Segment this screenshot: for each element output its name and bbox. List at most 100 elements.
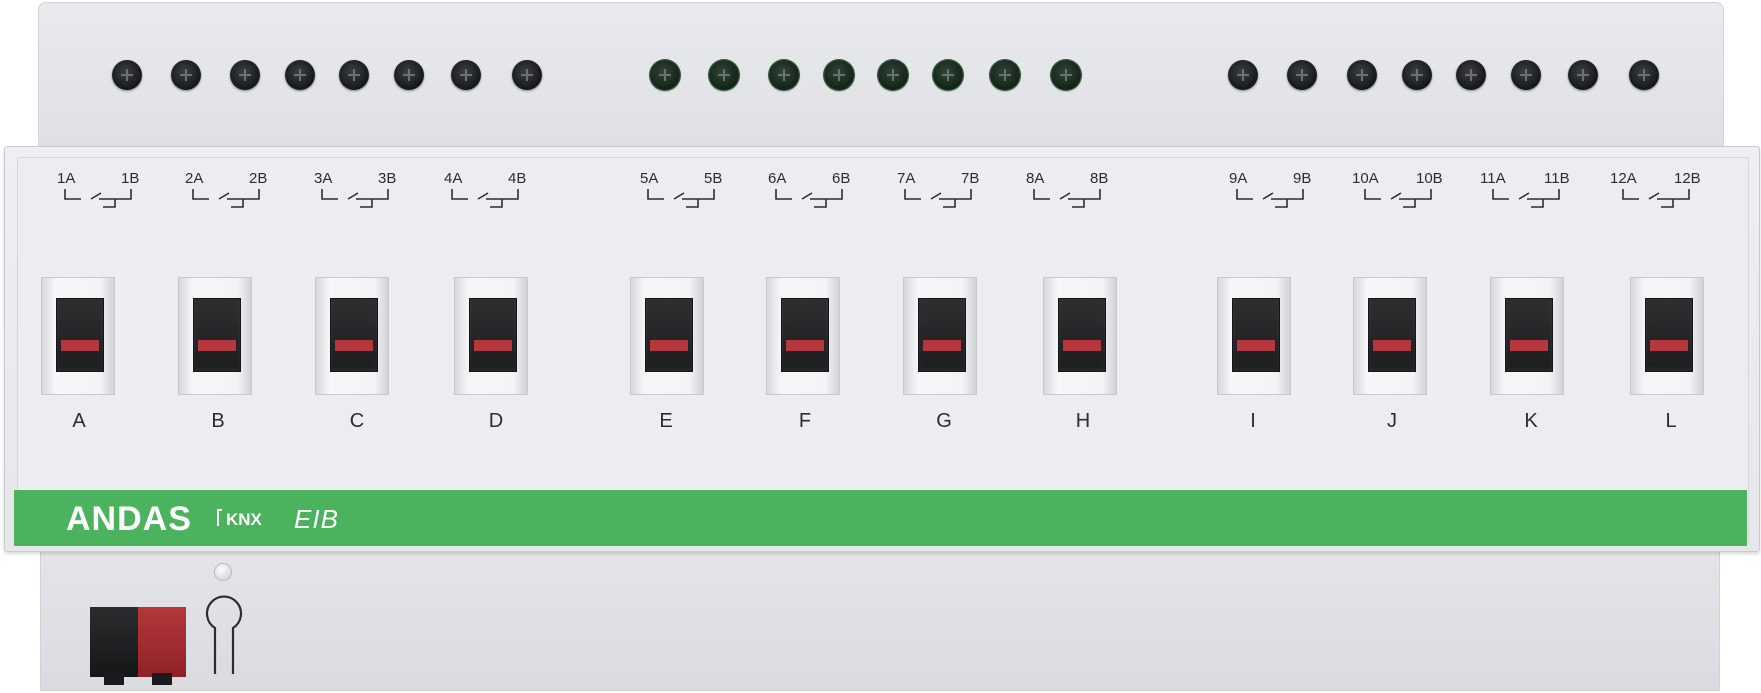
knx-bus-connector[interactable] (90, 607, 188, 685)
switch-state-indicator (1237, 340, 1275, 351)
terminal-label-a: 9A (1229, 170, 1248, 187)
terminal-label-b: 11B (1544, 170, 1570, 187)
channel-label: C (349, 410, 365, 432)
relay-contact-icon (1364, 189, 1432, 208)
terminal-screw[interactable] (1456, 60, 1486, 90)
terminal-label-b: 7B (961, 170, 980, 187)
terminal-label-a: 4A (444, 170, 463, 187)
terminal-screw[interactable] (394, 60, 424, 90)
manual-switch-c[interactable] (315, 277, 389, 395)
switch-lever[interactable] (1506, 299, 1552, 371)
terminal-screw[interactable] (1287, 60, 1317, 90)
manual-switch-h[interactable] (1043, 277, 1117, 395)
brand-stripe: ANDAS KNX EIB (14, 490, 1747, 546)
relay-contact-icon (1033, 189, 1101, 208)
manual-switch-f[interactable] (766, 277, 840, 395)
terminal-label-a: 6A (768, 170, 787, 187)
terminal-label-a: 3A (314, 170, 333, 187)
channel-label: I (1250, 410, 1256, 432)
relay-contact-icon (904, 189, 972, 208)
manual-switch-g[interactable] (903, 277, 977, 395)
terminal-screw[interactable] (824, 60, 854, 90)
relay-contact-icon (64, 189, 132, 208)
relay-contact-icon (1492, 189, 1560, 208)
terminal-screw[interactable] (1228, 60, 1258, 90)
switch-lever[interactable] (1369, 299, 1415, 371)
switch-state-indicator (1650, 340, 1688, 351)
terminal-label-b: 3B (378, 170, 397, 187)
channel-label: A (72, 410, 86, 432)
terminal-screw[interactable] (230, 60, 260, 90)
manual-switch-l[interactable] (1630, 277, 1704, 395)
terminal-screw[interactable] (171, 60, 201, 90)
switch-lever[interactable] (919, 299, 965, 371)
switch-state-indicator (923, 340, 961, 351)
programming-led (215, 564, 231, 580)
terminal-label-b: 8B (1090, 170, 1109, 187)
bus-terminal-negative (90, 607, 138, 677)
manual-switch-k[interactable] (1490, 277, 1564, 395)
switch-lever[interactable] (470, 299, 516, 371)
switch-lever[interactable] (782, 299, 828, 371)
terminal-screw[interactable] (451, 60, 481, 90)
terminal-screw[interactable] (1629, 60, 1659, 90)
channel-label: G (936, 410, 952, 432)
channel-label: J (1387, 410, 1397, 432)
relay-contact-icon (1236, 189, 1304, 208)
relay-contact-icon (775, 189, 843, 208)
manual-switch-i[interactable] (1217, 277, 1291, 395)
channel-label: H (1075, 410, 1091, 432)
terminal-screw[interactable] (709, 60, 739, 90)
bottom-housing (40, 545, 1720, 691)
channel-label: D (488, 410, 504, 432)
switch-state-indicator (1510, 340, 1548, 351)
terminal-screw[interactable] (878, 60, 908, 90)
relay-contact-icon (1622, 189, 1690, 208)
connector-pin (152, 673, 172, 685)
manual-switch-e[interactable] (630, 277, 704, 395)
manual-switch-a[interactable] (41, 277, 115, 395)
switch-state-indicator (198, 340, 236, 351)
terminal-screw[interactable] (339, 60, 369, 90)
switch-lever[interactable] (1646, 299, 1692, 371)
terminal-screw[interactable] (285, 60, 315, 90)
brand-logo: ANDAS (66, 500, 192, 538)
terminal-label-b: 9B (1293, 170, 1312, 187)
terminal-screw[interactable] (1568, 60, 1598, 90)
terminal-screw[interactable] (1402, 60, 1432, 90)
terminal-label-b: 4B (508, 170, 527, 187)
terminal-screw[interactable] (512, 60, 542, 90)
switch-lever[interactable] (646, 299, 692, 371)
terminal-screw[interactable] (112, 60, 142, 90)
programming-button[interactable] (203, 590, 245, 674)
terminal-label-b: 1B (121, 170, 140, 187)
switch-state-indicator (650, 340, 688, 351)
terminal-screw[interactable] (1347, 60, 1377, 90)
manual-switch-b[interactable] (178, 277, 252, 395)
switch-lever[interactable] (1059, 299, 1105, 371)
terminal-screw[interactable] (769, 60, 799, 90)
channel-label: L (1665, 410, 1677, 432)
switch-lever[interactable] (194, 299, 240, 371)
switch-lever[interactable] (1233, 299, 1279, 371)
terminal-screw[interactable] (650, 60, 680, 90)
relay-contact-icon (451, 189, 519, 208)
terminal-label-b: 12B (1674, 170, 1701, 187)
relay-contact-icon (321, 189, 389, 208)
terminal-screw[interactable] (1511, 60, 1541, 90)
bus-terminal-positive (138, 607, 186, 677)
manual-switch-d[interactable] (454, 277, 528, 395)
terminal-label-b: 5B (704, 170, 723, 187)
terminal-label-a: 7A (897, 170, 916, 187)
manual-switch-j[interactable] (1353, 277, 1427, 395)
channel-label: F (798, 410, 812, 432)
switch-lever[interactable] (57, 299, 103, 371)
switch-lever[interactable] (331, 299, 377, 371)
terminal-label-a: 11A (1480, 170, 1506, 187)
switch-state-indicator (335, 340, 373, 351)
terminal-screw[interactable] (933, 60, 963, 90)
terminal-label-a: 1A (57, 170, 76, 187)
terminal-label-b: 2B (249, 170, 268, 187)
terminal-screw[interactable] (990, 60, 1020, 90)
terminal-screw[interactable] (1051, 60, 1081, 90)
